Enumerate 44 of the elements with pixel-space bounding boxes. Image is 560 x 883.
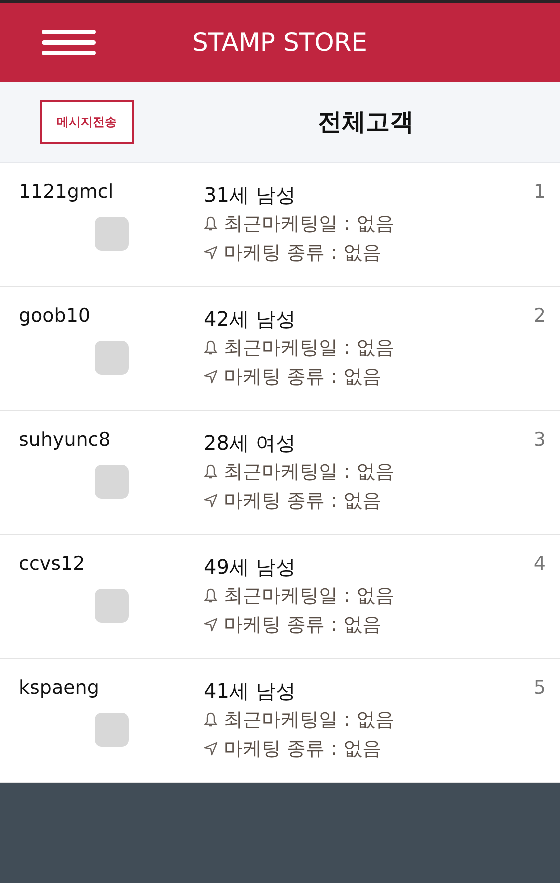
bell-icon bbox=[204, 464, 218, 480]
customer-id: kspaeng bbox=[19, 677, 100, 699]
menu-icon[interactable] bbox=[42, 30, 96, 56]
customer-profile: 41세 남성 bbox=[204, 678, 297, 705]
marketing-type: 마케팅 종류 : 없음 bbox=[224, 488, 382, 514]
last-marketing-date: 최근마케팅일 : 없음 bbox=[224, 708, 394, 732]
navigation-arrow-icon bbox=[204, 742, 218, 756]
marketing-type: 마케팅 종류 : 없음 bbox=[224, 364, 382, 390]
row-number: 3 bbox=[532, 429, 547, 453]
customer-profile: 31세 남성 bbox=[204, 182, 297, 209]
row-number: 1 bbox=[532, 181, 547, 205]
navigation-arrow-icon bbox=[204, 618, 218, 632]
customer-id: ccvs12 bbox=[19, 553, 86, 575]
bell-icon bbox=[204, 712, 218, 728]
navigation-arrow-icon bbox=[204, 494, 218, 508]
bell-icon bbox=[204, 216, 218, 232]
send-message-button[interactable]: 메시지전송 bbox=[40, 100, 134, 144]
checkbox[interactable] bbox=[95, 465, 129, 499]
checkbox[interactable] bbox=[95, 589, 129, 623]
row-number: 5 bbox=[532, 677, 547, 701]
bell-icon bbox=[204, 340, 218, 356]
marketing-type: 마케팅 종류 : 없음 bbox=[224, 612, 382, 638]
bell-icon bbox=[204, 588, 218, 604]
row-number: 2 bbox=[532, 305, 547, 329]
last-marketing-date: 최근마케팅일 : 없음 bbox=[224, 460, 394, 484]
last-marketing-date: 최근마케팅일 : 없음 bbox=[224, 336, 394, 360]
last-marketing-date: 최근마케팅일 : 없음 bbox=[224, 212, 394, 236]
checkbox[interactable] bbox=[95, 713, 129, 747]
navigation-arrow-icon bbox=[204, 370, 218, 384]
customer-profile: 28세 여성 bbox=[204, 430, 297, 457]
marketing-type: 마케팅 종류 : 없음 bbox=[224, 736, 382, 762]
row-number: 4 bbox=[532, 553, 547, 577]
marketing-type: 마케팅 종류 : 없음 bbox=[224, 240, 382, 266]
customer-id: 1121gmcl bbox=[19, 181, 115, 203]
customer-id: goob10 bbox=[19, 305, 92, 327]
customer-profile: 49세 남성 bbox=[204, 554, 297, 581]
checkbox[interactable] bbox=[95, 341, 129, 375]
list-title: 전체고객 bbox=[318, 107, 414, 138]
navigation-arrow-icon bbox=[204, 246, 218, 260]
app-title: STAMP STORE bbox=[192, 28, 368, 57]
last-marketing-date: 최근마케팅일 : 없음 bbox=[224, 584, 394, 608]
customer-profile: 42세 남성 bbox=[204, 306, 297, 333]
checkbox[interactable] bbox=[95, 217, 129, 251]
customer-id: suhyunc8 bbox=[19, 429, 112, 451]
